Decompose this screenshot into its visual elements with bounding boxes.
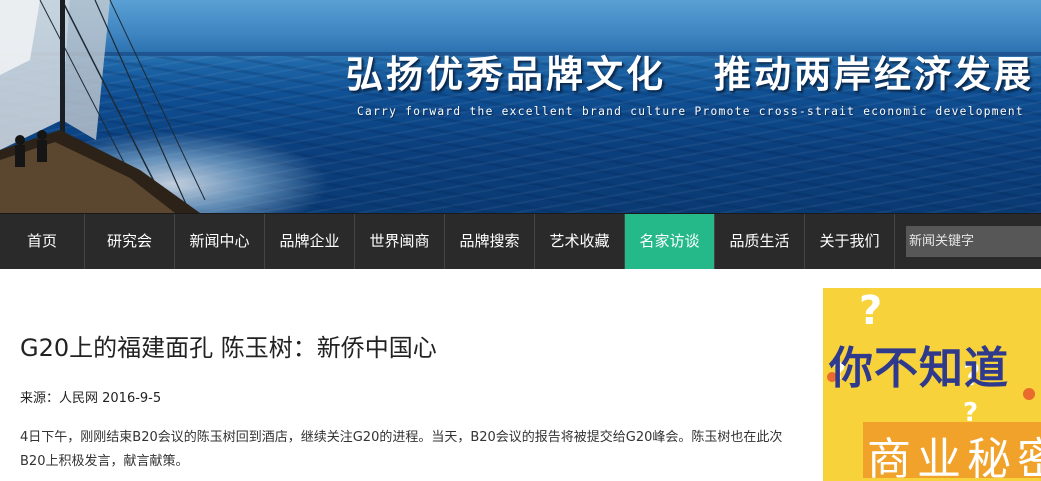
nav-item-brand-search[interactable]: 品牌搜索	[445, 214, 535, 269]
article-title: G20上的福建面孔 陈玉树：新侨中国心	[20, 334, 437, 362]
decor-dot	[1023, 388, 1035, 400]
banner-slogan-left: 弘扬优秀品牌文化	[346, 53, 666, 96]
banner-slogan-english: Carry forward the excellent brand cultur…	[357, 105, 1024, 118]
header-banner: 弘扬优秀品牌文化 推动两岸经济发展 Carry forward the excel…	[0, 0, 1041, 213]
banner-slogan-right: 推动两岸经济发展	[714, 53, 1034, 96]
main-nav: 首页 研究会 新闻中心 品牌企业 世界闽商 品牌搜索 艺术收藏 名家访谈 品质生…	[0, 213, 1041, 269]
sailboat-image	[0, 0, 206, 213]
news-search-input[interactable]	[906, 226, 1041, 257]
nav-item-quality-life[interactable]: 品质生活	[715, 214, 805, 269]
nav-item-home[interactable]: 首页	[0, 214, 85, 269]
nav-item-world-min-merchants[interactable]: 世界闽商	[355, 214, 445, 269]
article-source: 来源：人民网 2016-9-5	[20, 391, 162, 406]
nav-item-research-society[interactable]: 研究会	[85, 214, 175, 269]
nav-item-art-collection[interactable]: 艺术收藏	[535, 214, 625, 269]
nav-item-expert-interviews[interactable]: 名家访谈	[625, 214, 715, 269]
nav-item-brand-enterprises[interactable]: 品牌企业	[265, 214, 355, 269]
article-body: 4日下午，刚刚结束B20会议的陈玉树回到酒店，继续关注G20的进程。当天，B20…	[20, 430, 783, 469]
nav-item-about-us[interactable]: 关于我们	[805, 214, 895, 269]
nav-item-news-center[interactable]: 新闻中心	[175, 214, 265, 269]
ad-headline: 你不知道	[829, 343, 1009, 394]
ad-subheadline: 商业秘密	[867, 434, 1041, 481]
banner-slogan: 弘扬优秀品牌文化 推动两岸经济发展	[346, 44, 1034, 98]
sidebar-ad-banner[interactable]: ? ? ? ? 你不知道 商业秘密	[823, 288, 1041, 481]
question-mark-icon: ?	[859, 288, 883, 334]
